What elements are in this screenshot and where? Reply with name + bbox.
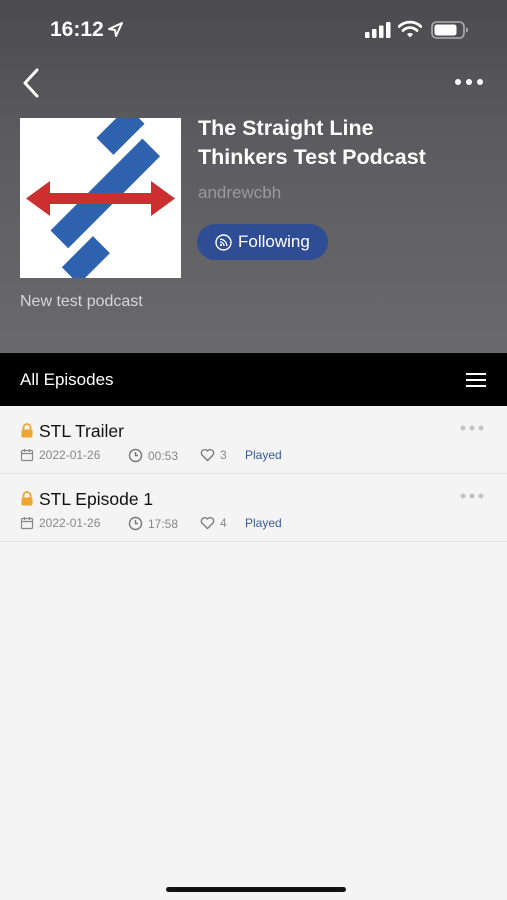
- lock-icon: [21, 423, 33, 438]
- episode-duration: 00:53: [128, 448, 178, 463]
- episode-more-icon[interactable]: [459, 492, 485, 500]
- hamburger-menu-icon[interactable]: [465, 371, 487, 389]
- back-arrow-icon[interactable]: [18, 66, 48, 100]
- calendar-icon: [20, 517, 34, 530]
- heart-icon: [200, 448, 215, 462]
- episode-duration: 17:58: [128, 516, 178, 531]
- episodes-bar: All Episodes: [0, 353, 507, 406]
- following-button[interactable]: Following: [197, 224, 328, 260]
- episode-date: 2022-01-26: [20, 448, 100, 462]
- episode-title: STL Trailer: [39, 421, 124, 441]
- podcast-artwork: [20, 106, 181, 285]
- all-episodes-title: All Episodes: [20, 370, 114, 389]
- clock-icon: [128, 516, 143, 531]
- location-arrow-icon: [108, 22, 123, 37]
- episode-status: Played: [245, 448, 282, 462]
- rss-icon: [215, 233, 232, 251]
- episode-more-icon[interactable]: [459, 424, 485, 432]
- episode-row[interactable]: STL Trailer 2022-01-26 00:53 3 Played: [0, 406, 507, 474]
- clock-icon: [128, 448, 143, 463]
- podcast-title-line1: The Straight Line: [198, 116, 374, 140]
- podcast-header: 16:12 The Straight Line Thinkers Test Po…: [0, 0, 507, 353]
- episode-title: STL Episode 1: [39, 489, 154, 509]
- episode-row[interactable]: STL Episode 1 2022-01-26 17:58 4 Played: [0, 474, 507, 542]
- more-dots-icon[interactable]: [452, 74, 486, 90]
- podcast-title-line2: Thinkers Test Podcast: [198, 145, 426, 169]
- wifi-icon: [398, 20, 422, 38]
- calendar-icon: [20, 449, 34, 462]
- heart-icon: [200, 516, 215, 530]
- signal-icon: [365, 22, 391, 38]
- podcast-logo: [26, 106, 175, 285]
- episode-date: 2022-01-26: [20, 516, 100, 530]
- status-bar: 16:12: [0, 0, 507, 62]
- status-time: 16:12: [50, 18, 104, 41]
- episode-likes: 3: [200, 448, 227, 462]
- lock-icon: [21, 491, 33, 506]
- podcast-description: New test podcast: [20, 293, 143, 310]
- battery-icon: [431, 21, 468, 39]
- episode-status: Played: [245, 516, 282, 530]
- episode-likes: 4: [200, 516, 227, 530]
- podcast-author[interactable]: andrewcbh: [198, 183, 281, 203]
- following-label: Following: [238, 232, 310, 251]
- home-indicator[interactable]: [166, 887, 346, 892]
- episode-list: STL Trailer 2022-01-26 00:53 3 Played ST…: [0, 406, 507, 542]
- podcast-title: The Straight Line Thinkers Test Podcast: [198, 114, 488, 172]
